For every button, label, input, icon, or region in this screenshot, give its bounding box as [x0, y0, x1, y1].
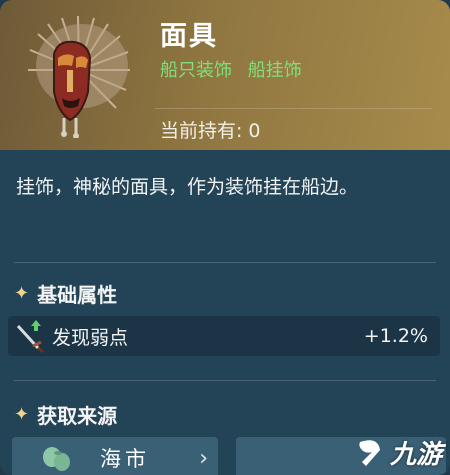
base-attributes-title: ✦ 基础属性: [14, 279, 117, 308]
item-tag-ship-decoration: 船只装饰: [160, 60, 232, 81]
item-detail-card: 面具 船只装饰 船挂饰 当前持有: 0 挂饰，神秘的面具，作为装饰挂在船边。 ✦ …: [0, 0, 450, 475]
section-divider: [14, 380, 436, 381]
sword-up-icon: [8, 316, 52, 356]
item-header: 面具 船只装饰 船挂饰 当前持有: 0: [0, 0, 450, 150]
chevron-right-icon: ›: [199, 445, 208, 471]
sparkle-icon: ✦: [14, 283, 30, 304]
sparkle-icon: ✦: [14, 404, 30, 425]
item-tag-ship-hanging: 船挂饰: [247, 60, 302, 81]
sources-label: 获取来源: [37, 404, 118, 428]
item-name: 面具: [160, 21, 218, 52]
9you-logo-icon: [359, 439, 380, 466]
bag-icon: [12, 437, 72, 475]
watermark: 九游: [352, 434, 442, 471]
header-divider: [155, 108, 432, 109]
owned-value: 0: [248, 120, 261, 142]
watermark-text: 九游: [389, 440, 442, 470]
base-attributes-label: 基础属性: [37, 283, 118, 307]
tribal-mask-icon: [28, 15, 130, 138]
stat-label: 发现弱点: [52, 326, 129, 349]
item-description: 挂饰，神秘的面具，作为装饰挂在船边。: [16, 176, 359, 198]
sources-title: ✦ 获取来源: [14, 400, 117, 429]
owned-label: 当前持有:: [160, 120, 243, 142]
stat-value: +1.2%: [363, 325, 428, 347]
item-tags: 船只装饰 船挂饰: [160, 56, 312, 82]
source-button-label: 海市: [100, 447, 150, 471]
owned-count: 当前持有: 0: [160, 116, 261, 143]
section-divider: [14, 262, 436, 263]
source-button-market[interactable]: 海市 ›: [12, 437, 218, 475]
stat-row: 发现弱点 +1.2%: [8, 316, 440, 356]
